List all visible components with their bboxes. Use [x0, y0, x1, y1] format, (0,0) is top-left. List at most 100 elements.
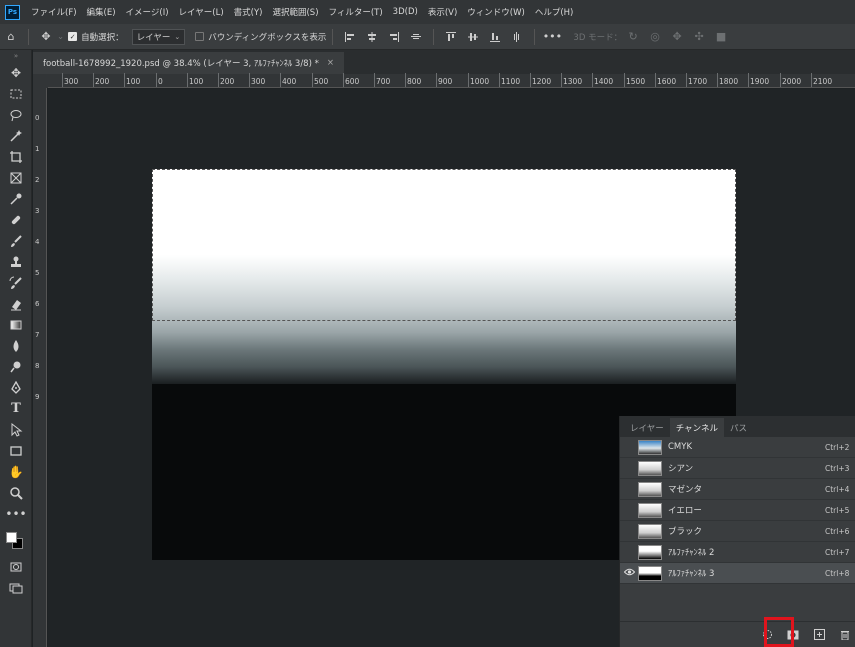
divider — [534, 28, 536, 45]
divider — [28, 28, 29, 45]
collapse-arrows-icon[interactable]: » — [0, 50, 32, 62]
ruler-tick — [156, 73, 157, 87]
crop-tool-icon[interactable] — [0, 146, 32, 167]
document-tab[interactable]: football-1678992_1920.psd @ 38.4% (レイヤー … — [33, 52, 344, 74]
ruler-label: 1400 — [594, 77, 614, 86]
ruler-label: 1100 — [501, 77, 521, 86]
ruler-label: 1300 — [563, 77, 583, 86]
tab-paths[interactable]: パス — [724, 418, 753, 437]
document-tab-title: football-1678992_1920.psd @ 38.4% (レイヤー … — [43, 59, 319, 69]
pen-tool-icon[interactable] — [0, 377, 32, 398]
tab-channels[interactable]: チャンネル — [669, 418, 724, 437]
3d-slide-icon[interactable]: ✣ — [690, 28, 708, 46]
auto-select-checkbox[interactable]: ✓ — [68, 32, 78, 41]
menu-select[interactable]: 選択範囲(S) — [267, 6, 323, 18]
ruler-label: 2000 — [782, 77, 802, 86]
eyedropper-tool-icon[interactable] — [0, 188, 32, 209]
zoom-tool-icon[interactable] — [0, 482, 32, 503]
3d-rotate-icon[interactable]: ↻ — [624, 28, 642, 46]
rectangle-tool-icon[interactable] — [0, 440, 32, 461]
channels-panel: レイヤー チャンネル パス CMYK Ctrl+2 シアン Ctrl+3 マゼン… — [619, 416, 855, 647]
highlight-annotation — [764, 617, 794, 647]
ruler-label: 500 — [314, 77, 329, 86]
hand-tool-icon[interactable]: ✋ — [0, 461, 32, 482]
healing-brush-tool-icon[interactable] — [0, 209, 32, 230]
menu-help[interactable]: ヘルプ(H) — [530, 6, 579, 18]
bounding-box-checkbox[interactable] — [195, 32, 205, 41]
eye-icon[interactable] — [620, 568, 638, 579]
menu-filter[interactable]: フィルター(T) — [324, 6, 388, 18]
tab-layers[interactable]: レイヤー — [624, 418, 670, 437]
menu-view[interactable]: 表示(V) — [423, 6, 462, 18]
lasso-tool-icon[interactable] — [0, 104, 32, 125]
align-right-icon[interactable] — [385, 28, 403, 46]
channel-row-black[interactable]: ブラック Ctrl+6 — [620, 521, 855, 542]
new-channel-icon[interactable] — [812, 628, 826, 642]
chevron-down-icon[interactable]: ⌄ — [57, 32, 64, 42]
3d-camera-icon[interactable]: ■ — [712, 28, 730, 46]
color-swatches[interactable] — [0, 524, 32, 556]
menu-file[interactable]: ファイル(F) — [26, 6, 82, 18]
ruler-label: 3 — [35, 207, 40, 215]
menu-bar: Ps ファイル(F) 編集(E) イメージ(I) レイヤー(L) 書式(Y) 選… — [0, 0, 855, 24]
path-selection-tool-icon[interactable] — [0, 419, 32, 440]
marquee-tool-icon[interactable] — [0, 83, 32, 104]
gradient-tool-icon[interactable] — [0, 314, 32, 335]
3d-roll-icon[interactable]: ◎ — [646, 28, 664, 46]
align-center-icon[interactable] — [363, 28, 381, 46]
channel-row-cmyk[interactable]: CMYK Ctrl+2 — [620, 437, 855, 458]
distribute-vertical-icon[interactable] — [508, 28, 526, 46]
ruler-label: 1 — [35, 145, 40, 153]
channel-row-magenta[interactable]: マゼンタ Ctrl+4 — [620, 479, 855, 500]
frame-tool-icon[interactable] — [0, 167, 32, 188]
menu-window[interactable]: ウィンドウ(W) — [462, 6, 530, 18]
horizontal-ruler[interactable]: 300 200 100 0 100 200 300 400 500 600 700 800 900 100… — [48, 73, 855, 88]
magic-wand-tool-icon[interactable] — [0, 125, 32, 146]
ruler-tick — [124, 73, 125, 87]
3d-pan-icon[interactable]: ✥ — [668, 28, 686, 46]
more-options-icon[interactable]: ••• — [543, 28, 562, 46]
channel-row-yellow[interactable]: イエロー Ctrl+5 — [620, 500, 855, 521]
move-tool-icon[interactable]: ✥ — [37, 28, 55, 46]
channel-name: イエロー — [668, 506, 702, 516]
vertical-ruler[interactable]: 0 1 2 3 4 5 6 7 8 9 — [33, 88, 47, 647]
tools-panel: » ✥ T ✋ ••• — [0, 50, 32, 647]
divider — [332, 28, 334, 45]
type-tool-icon[interactable]: T — [0, 398, 32, 419]
align-bottom-icon[interactable] — [486, 28, 504, 46]
menu-edit[interactable]: 編集(E) — [82, 6, 121, 18]
bounding-box-label: バウンディングボックスを表示 — [208, 32, 327, 43]
history-brush-tool-icon[interactable] — [0, 272, 32, 293]
channel-row-cyan[interactable]: シアン Ctrl+3 — [620, 458, 855, 479]
close-icon[interactable]: × — [327, 58, 334, 68]
stamp-tool-icon[interactable] — [0, 251, 32, 272]
delete-channel-icon[interactable] — [838, 628, 852, 642]
quick-mask-icon[interactable] — [0, 556, 32, 577]
brush-tool-icon[interactable] — [0, 230, 32, 251]
blur-tool-icon[interactable] — [0, 335, 32, 356]
channel-row-alpha-3[interactable]: ｱﾙﾌｧﾁｬﾝﾈﾙ 3 Ctrl+8 — [620, 563, 855, 584]
eraser-tool-icon[interactable] — [0, 293, 32, 314]
auto-select-target-dropdown[interactable]: レイヤー ⌄ — [131, 28, 186, 45]
channel-row-alpha-2[interactable]: ｱﾙﾌｧﾁｬﾝﾈﾙ 2 Ctrl+7 — [620, 542, 855, 563]
align-top-icon[interactable] — [442, 28, 460, 46]
dodge-tool-icon[interactable] — [0, 356, 32, 377]
ruler-label: 100 — [189, 77, 204, 86]
panel-tab-bar: レイヤー チャンネル パス — [620, 416, 855, 437]
align-middle-icon[interactable] — [464, 28, 482, 46]
distribute-horizontal-icon[interactable] — [407, 28, 425, 46]
channel-thumbnail — [638, 502, 662, 518]
home-icon[interactable]: ⌂ — [2, 28, 20, 46]
screen-mode-icon[interactable] — [0, 577, 32, 598]
foreground-color-swatch[interactable] — [6, 532, 17, 543]
align-left-icon[interactable] — [341, 28, 359, 46]
ruler-corner[interactable] — [33, 74, 48, 88]
channel-shortcut: Ctrl+7 — [825, 547, 850, 557]
move-tool-icon[interactable]: ✥ — [0, 62, 32, 83]
document-tab-bar: football-1678992_1920.psd @ 38.4% (レイヤー … — [33, 50, 855, 74]
menu-type[interactable]: 書式(Y) — [229, 6, 268, 18]
edit-toolbar-icon[interactable]: ••• — [0, 503, 32, 524]
menu-layer[interactable]: レイヤー(L) — [174, 6, 229, 18]
menu-image[interactable]: イメージ(I) — [121, 6, 174, 18]
menu-3d[interactable]: 3D(D) — [388, 7, 423, 17]
